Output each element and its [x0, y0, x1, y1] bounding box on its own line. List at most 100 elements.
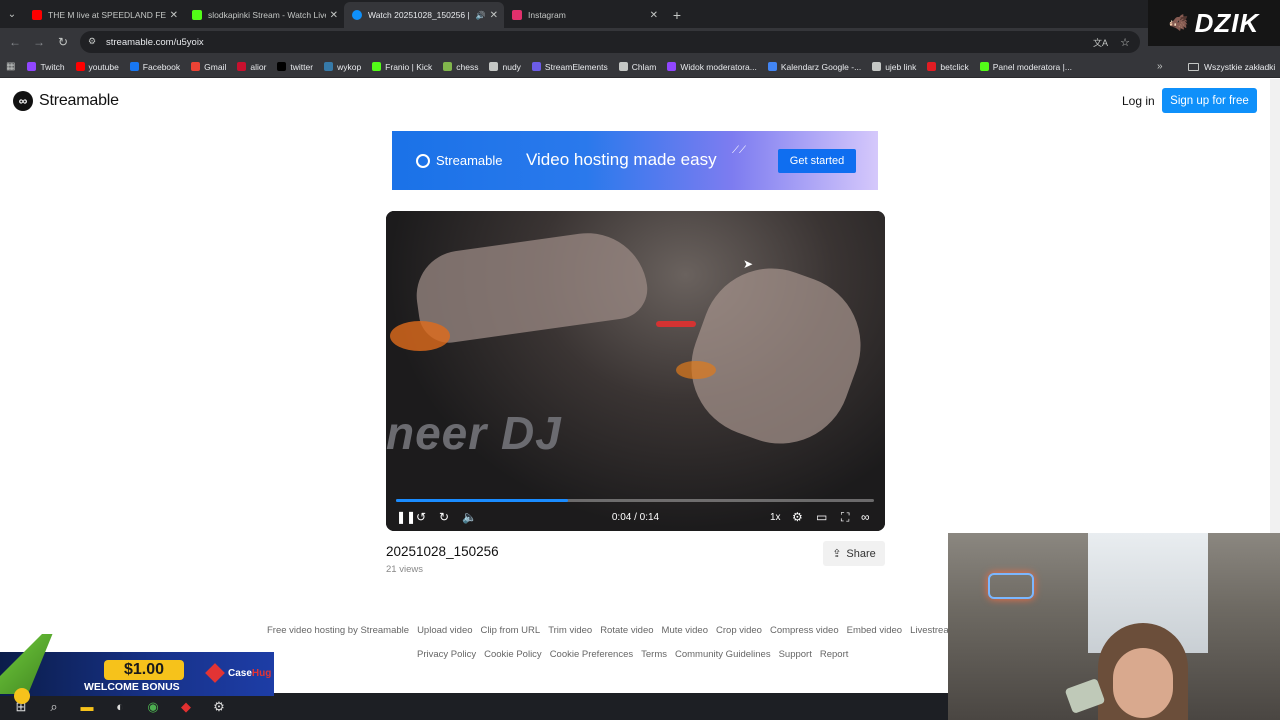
- tab-kick[interactable]: slodkapinki Stream - Watch Live ✕: [184, 2, 344, 28]
- bookmark-item[interactable]: Kalendarz Google -...: [767, 61, 862, 72]
- bookmark-item[interactable]: Facebook: [129, 62, 180, 72]
- speaker-icon[interactable]: 🔊: [476, 11, 486, 20]
- login-link[interactable]: Log in: [1122, 94, 1155, 108]
- banner-logo: Streamable: [416, 153, 502, 168]
- playback-speed[interactable]: 1x: [770, 512, 781, 523]
- bookmark-item[interactable]: betclick: [927, 62, 969, 72]
- bookmark-favicon-icon: [531, 62, 541, 71]
- coin-icon: [14, 688, 30, 704]
- forward-icon[interactable]: →: [27, 30, 51, 54]
- all-bookmarks-folder[interactable]: Wszystkie zakładki: [1188, 62, 1275, 72]
- reload-icon[interactable]: ↻: [51, 30, 75, 54]
- footer-link[interactable]: Community Guidelines: [675, 649, 771, 660]
- tab-title: slodkapinki Stream - Watch Live: [208, 10, 326, 20]
- bookmark-label: Kalendarz Google -...: [780, 61, 862, 72]
- bookmark-favicon-icon: [979, 62, 989, 71]
- app-icon[interactable]: ◐: [109, 696, 131, 718]
- video-frame[interactable]: neer DJ ➤: [386, 211, 885, 531]
- footer-link[interactable]: Embed video: [847, 625, 902, 636]
- picture-in-picture-icon[interactable]: ▭: [816, 510, 827, 524]
- more-bookmarks-icon[interactable]: »: [1157, 61, 1163, 72]
- bookmark-star-icon[interactable]: ☆: [1120, 36, 1130, 49]
- promo-banner[interactable]: Streamable Video hosting made easy ⟋⟋ Ge…: [392, 131, 878, 190]
- footer-link[interactable]: Crop video: [716, 625, 762, 636]
- footer-link[interactable]: Privacy Policy: [417, 649, 476, 660]
- footer-link[interactable]: Free video hosting by Streamable: [267, 625, 409, 636]
- tab-close-icon[interactable]: ✕: [330, 10, 338, 21]
- file-explorer-icon[interactable]: ▬: [76, 696, 98, 718]
- footer-link[interactable]: Rotate video: [600, 625, 653, 636]
- bookmark-item[interactable]: twitter: [277, 62, 313, 72]
- footer-link[interactable]: Cookie Policy: [484, 649, 542, 660]
- bookmark-item[interactable]: ujeb link: [872, 62, 916, 72]
- apps-grid-icon[interactable]: ▦: [6, 61, 15, 72]
- footer-link[interactable]: Mute video: [662, 625, 708, 636]
- bookmark-favicon-icon: [489, 62, 499, 71]
- footer-link[interactable]: Support: [779, 649, 812, 660]
- footer-link[interactable]: Cookie Preferences: [550, 649, 633, 660]
- casehug-brand: CaseHug: [205, 663, 271, 683]
- tab-close-icon[interactable]: ✕: [170, 10, 178, 21]
- back-icon[interactable]: ←: [3, 30, 27, 54]
- bookmark-item[interactable]: Twitch: [27, 62, 65, 72]
- footer-links-row-2: Privacy Policy Cookie Policy Cookie Prefer…: [417, 649, 856, 660]
- footer-link[interactable]: Upload video: [417, 625, 472, 636]
- bookmark-item[interactable]: Franio | Kick: [372, 62, 432, 72]
- video-brand-text: neer DJ: [386, 407, 562, 459]
- bookmark-label: youtube: [88, 61, 119, 72]
- streamable-logo-icon[interactable]: ∞: [861, 510, 870, 524]
- app-icon[interactable]: ◆: [175, 696, 197, 718]
- bookmark-item[interactable]: StreamElements: [531, 62, 608, 72]
- footer-link[interactable]: Clip from URL: [481, 625, 541, 636]
- address-bar[interactable]: ⚙ streamable.com/u5yoix 文A ☆: [80, 31, 1140, 53]
- youtube-favicon-icon: [32, 10, 42, 20]
- fullscreen-icon[interactable]: ⛶: [841, 510, 849, 525]
- bookmark-item[interactable]: youtube: [75, 61, 119, 72]
- bookmark-item[interactable]: alior: [237, 62, 266, 72]
- new-tab-icon[interactable]: +: [664, 2, 690, 28]
- footer-link[interactable]: Report: [820, 649, 849, 660]
- search-icon[interactable]: ⌕: [43, 696, 65, 718]
- settings-gear-icon[interactable]: ⚙: [208, 696, 230, 718]
- tab-streamable[interactable]: Watch 20251028_150256 | S 🔊 ✕: [344, 2, 504, 28]
- footer-link[interactable]: Compress video: [770, 625, 839, 636]
- streamer-webcam-overlay: [948, 533, 1280, 720]
- footer-links-row-1: Free video hosting by Streamable Upload v…: [267, 625, 948, 636]
- seek-bar[interactable]: [396, 499, 874, 502]
- view-count: 21 views: [386, 564, 423, 575]
- bookmark-favicon-icon: [277, 62, 287, 71]
- instagram-favicon-icon: [512, 10, 522, 20]
- bookmark-item[interactable]: wykop: [324, 62, 361, 72]
- bookmark-item[interactable]: Chlam: [618, 62, 656, 72]
- share-button[interactable]: ⇪ Share: [823, 541, 885, 566]
- bookmark-favicon-icon: [129, 62, 139, 71]
- bookmark-item[interactable]: Gmail: [191, 62, 226, 72]
- chrome-icon[interactable]: ◉: [142, 696, 164, 718]
- video-content: [671, 248, 881, 464]
- streamable-favicon-icon: [352, 10, 362, 20]
- streamable-logo[interactable]: ∞ Streamable: [13, 91, 119, 111]
- bookmark-label: ujeb link: [885, 61, 917, 72]
- get-started-button[interactable]: Get started: [778, 149, 856, 173]
- bookmark-item[interactable]: Panel moderatora |...: [979, 62, 1072, 72]
- settings-gear-icon[interactable]: ⚙: [792, 510, 803, 524]
- footer-link[interactable]: Terms: [641, 649, 667, 660]
- casehug-logo-icon: [205, 663, 225, 683]
- bookmark-favicon-icon: [237, 62, 247, 71]
- video-player[interactable]: neer DJ ➤ ❚❚ ↺ ↻ 🔈 0:04 / 0:14 1x ⚙ ▭ ⛶ …: [386, 211, 885, 531]
- tab-instagram[interactable]: Instagram ✕: [504, 2, 664, 28]
- bookmark-item[interactable]: chess: [443, 62, 478, 72]
- tab-youtube[interactable]: THE M live at SPEEDLAND FEST ✕: [24, 2, 184, 28]
- signup-button[interactable]: Sign up for free: [1162, 88, 1257, 113]
- footer-link[interactable]: Livestream: [910, 625, 948, 636]
- footer-link[interactable]: Trim video: [548, 625, 592, 636]
- os-taskbar: ⊞ ⌕ ▬ ◐ ◉ ◆ ⚙: [0, 693, 948, 720]
- translate-icon[interactable]: 文A: [1093, 36, 1108, 49]
- bookmark-favicon-icon: [618, 62, 628, 71]
- site-info-icon[interactable]: ⚙: [88, 36, 100, 48]
- tab-close-icon[interactable]: ✕: [490, 10, 498, 21]
- bookmark-item[interactable]: nudy: [489, 62, 521, 72]
- bookmark-item[interactable]: Widok moderatora...: [667, 62, 757, 72]
- tab-search-dropdown-icon[interactable]: ⌄: [0, 0, 24, 28]
- tab-close-icon[interactable]: ✕: [650, 10, 658, 21]
